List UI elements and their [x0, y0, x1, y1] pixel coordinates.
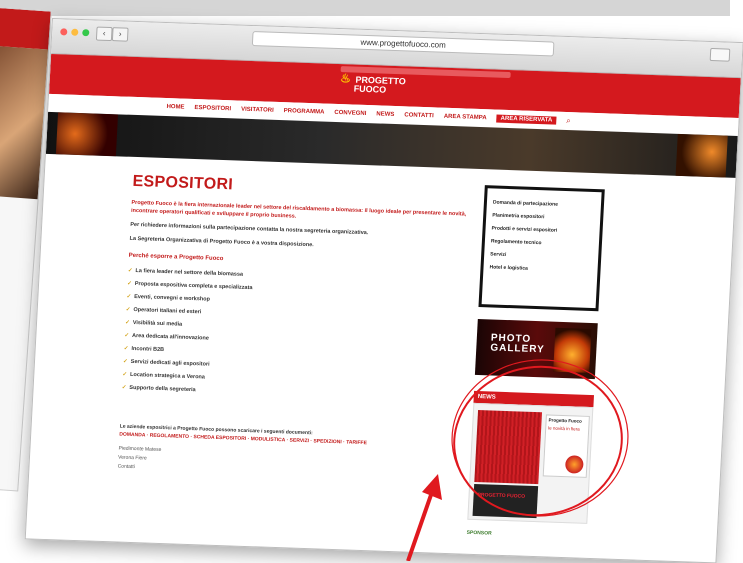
news-logo: PROGETTO FUOCO [477, 492, 526, 500]
site-logo[interactable]: ♨ PROGETTO FUOCO [339, 71, 406, 95]
news-card[interactable]: Progetto Fuoco le novità in fiera [542, 414, 590, 478]
background-annotation-circle [0, 316, 2, 403]
news-widget: Progetto Fuoco le novità in fiera PROGET… [467, 402, 594, 524]
check-icon: ✓ [127, 280, 132, 287]
nav-convegni[interactable]: CONVEGNI [334, 110, 366, 117]
photo-gallery-label: PHOTO GALLERY [490, 332, 546, 356]
photo-gallery-banner[interactable]: PHOTO GALLERY [474, 319, 598, 380]
news-card-subtitle: le novità in fiera [548, 425, 580, 432]
logo-bottom: FUOCO [353, 83, 387, 95]
news-image[interactable] [474, 410, 543, 485]
flame-icon: ♨ [339, 71, 352, 86]
banner-fire-right [675, 133, 728, 178]
tabs-overview-button[interactable] [709, 47, 731, 62]
check-icon: ✓ [123, 345, 129, 352]
nav-visitatori[interactable]: VISITATORI [241, 107, 274, 114]
minimize-window-button[interactable] [71, 28, 79, 36]
maximize-window-button[interactable] [82, 29, 90, 37]
forward-button[interactable]: › [111, 27, 129, 42]
check-icon: ✓ [124, 332, 130, 339]
background-toolbar [0, 0, 730, 16]
nav-news[interactable]: NEWS [376, 111, 394, 118]
banner-fire-left [55, 112, 119, 157]
background-window-header [0, 6, 51, 50]
news-logo-tile[interactable]: PROGETTO FUOCO [472, 483, 539, 519]
address-bar[interactable]: www.progettofuoco.com [251, 31, 555, 57]
sidebar-link[interactable]: Hotel e logistica [489, 261, 592, 278]
nav-area-stampa[interactable]: AREA STAMPA [444, 114, 487, 121]
check-icon: ✓ [121, 384, 127, 391]
nav-home[interactable]: HOME [166, 104, 184, 111]
browser-window: ‹ › www.progettofuoco.com ♨ PROGETTO FUO… [24, 18, 743, 563]
check-icon: ✓ [122, 371, 128, 378]
check-icon: ✓ [124, 319, 130, 326]
close-window-button[interactable] [60, 28, 68, 36]
back-button[interactable]: ‹ [95, 26, 113, 42]
main-content: ESPOSITORI Progetto Fuoco è la fiera int… [29, 154, 735, 537]
check-icon: ✓ [125, 306, 131, 313]
footer-info: Piedimonte Matese Verona Fiere Contatti [117, 445, 720, 493]
check-icon: ✓ [127, 267, 133, 274]
check-icon: ✓ [122, 358, 128, 365]
search-icon[interactable]: ⌕ [566, 116, 571, 126]
sponsor-label: SPONSOR [466, 529, 492, 537]
reasons-list: ✓ La fiera leader nel settore della bioma… [121, 265, 730, 416]
nav-programma[interactable]: PROGRAMMA [284, 108, 325, 115]
window-controls [60, 28, 90, 37]
sidebar-links-box: Domanda di partecipazione Planimetria es… [478, 185, 605, 312]
fireplace-image [553, 327, 592, 373]
background-window-photo [0, 43, 49, 200]
nav-contatti[interactable]: CONTATTI [404, 112, 434, 119]
nav-area-riservata[interactable]: AREA RISERVATA [496, 114, 557, 125]
nav-espositori[interactable]: ESPOSITORI [194, 105, 231, 112]
sidebar: Domanda di partecipazione Planimetria es… [466, 185, 605, 540]
check-icon: ✓ [126, 293, 132, 300]
news-card-image [564, 455, 584, 474]
